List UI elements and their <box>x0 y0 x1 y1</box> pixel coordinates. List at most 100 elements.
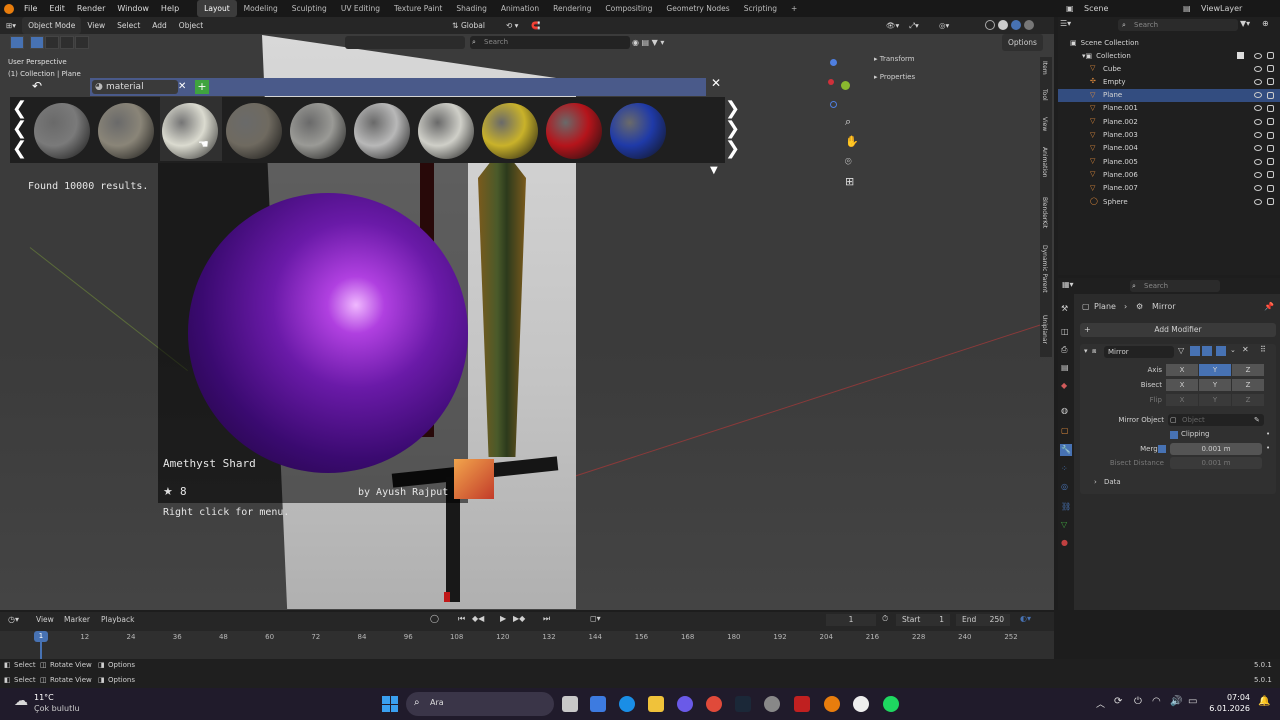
add-workspace-button[interactable]: + <box>784 0 804 17</box>
object-tab-icon[interactable]: ▢ <box>1061 426 1069 435</box>
start-frame-field[interactable]: Start 1 <box>896 614 950 626</box>
asset-thumbnail-rough-metal-sphere[interactable] <box>98 103 154 159</box>
collection-row[interactable]: ▾▣ Collection <box>1058 49 1280 62</box>
eye-icon[interactable] <box>1254 78 1262 85</box>
blender-taskbar-icon[interactable] <box>824 696 840 712</box>
pivot-icon[interactable]: ⟲ ▾ <box>500 17 524 34</box>
tab-view[interactable]: View <box>1041 117 1048 131</box>
menu-select[interactable]: Select <box>111 17 146 34</box>
bisect-distance-field[interactable]: 0.001 m <box>1170 457 1262 469</box>
tab-shading[interactable]: Shading <box>449 0 493 17</box>
zoom-icon[interactable]: ⌕ <box>845 115 851 129</box>
add-modifier-button[interactable]: Add Modifier <box>1080 323 1276 337</box>
menu-file[interactable]: File <box>18 0 43 17</box>
drag-handle-icon[interactable]: ⠿ <box>1260 345 1266 354</box>
data-subpanel-header[interactable]: Data <box>1104 478 1121 486</box>
menu-window[interactable]: Window <box>111 0 155 17</box>
data-tab-icon[interactable]: ▽ <box>1061 520 1067 529</box>
news-app-icon[interactable] <box>794 696 810 712</box>
playhead-frame-label[interactable]: 1 <box>34 631 48 642</box>
weather-temperature[interactable]: 11°C <box>34 693 54 702</box>
steam-icon[interactable] <box>735 696 751 712</box>
timeline-menu-marker[interactable]: Marker <box>64 615 90 624</box>
weather-description[interactable]: Çok bulutlu <box>34 704 80 713</box>
expand-arrow-icon[interactable]: ▼ <box>710 165 718 176</box>
select-mode-new[interactable] <box>30 36 44 49</box>
eye-icon[interactable] <box>1254 65 1262 72</box>
add-asset-button[interactable]: + <box>195 80 209 94</box>
blender-logo-icon[interactable] <box>4 3 14 14</box>
preview-range-icon[interactable]: ⏱ <box>882 614 888 624</box>
cage-toggle-icon[interactable] <box>1190 346 1200 356</box>
world-tab-icon[interactable]: ◍ <box>1061 406 1068 415</box>
eye-icon[interactable] <box>1254 158 1262 165</box>
axis-y-toggle[interactable]: Y <box>1199 364 1231 376</box>
weather-icon[interactable]: ☁ <box>14 693 28 709</box>
clear-search-button[interactable]: ✕ <box>178 79 186 95</box>
asset-thumbnail-red-sphere[interactable] <box>546 103 602 159</box>
tab-dynamic-parent[interactable]: Dynamic Parent <box>1041 245 1048 293</box>
asset-thumbnail-paver-sphere[interactable] <box>290 103 346 159</box>
tab-geometry-nodes[interactable]: Geometry Nodes <box>659 0 736 17</box>
scene-tab-icon[interactable]: ◆ <box>1061 381 1067 390</box>
visibility-icon[interactable]: 👁▾ <box>880 17 905 34</box>
shading-wireframe-icon[interactable] <box>985 20 995 30</box>
view-layer-tab-icon[interactable]: ▤ <box>1061 363 1069 372</box>
camera-icon[interactable] <box>1267 91 1274 99</box>
scroll-left-arrow-1[interactable]: ❮ <box>12 100 27 118</box>
scroll-left-arrow-2[interactable]: ❮ <box>12 120 27 138</box>
filter-icon[interactable]: ▼▾ <box>1240 19 1250 28</box>
options-dropdown[interactable]: Options <box>1002 34 1043 51</box>
select-box-tool[interactable] <box>10 36 24 49</box>
eye-icon[interactable] <box>1254 118 1262 125</box>
eye-icon[interactable] <box>1254 105 1262 112</box>
gizmo-icon[interactable]: ⤢▾ <box>903 17 925 34</box>
modifier-name-field[interactable]: Mirror <box>1104 346 1174 358</box>
outliner-item[interactable]: ▽ Plane.001 <box>1058 102 1280 115</box>
material-tab-icon[interactable]: ● <box>1061 538 1068 547</box>
tool-tab-icon[interactable]: ⚒ <box>1061 304 1068 313</box>
scene-selector[interactable]: Scene <box>1084 0 1108 17</box>
delete-modifier-icon[interactable]: ✕ <box>1242 345 1249 354</box>
scroll-right-arrow-3[interactable]: ❯ <box>725 140 740 158</box>
menu-add[interactable]: Add <box>146 17 173 34</box>
edge-icon[interactable] <box>619 696 635 712</box>
scroll-right-arrow-2[interactable]: ❯ <box>725 120 740 138</box>
close-popup-button[interactable]: ✕ <box>711 76 721 90</box>
modifier-tab-icon[interactable]: 🔧 <box>1060 444 1072 456</box>
end-frame-field[interactable]: End 250 <box>956 614 1010 626</box>
menu-edit[interactable]: Edit <box>43 0 71 17</box>
properties-editor-icon[interactable]: ▦▾ <box>1062 280 1074 289</box>
eye-icon[interactable] <box>1254 132 1262 138</box>
overlays-icon[interactable]: ◎▾ <box>933 17 955 34</box>
tray-power-icon[interactable]: ⏻ <box>1134 696 1142 707</box>
blenderkit-search-input[interactable]: Search <box>470 36 630 49</box>
flip-z-toggle[interactable]: Z <box>1232 394 1264 406</box>
sync-icon[interactable]: ◐▾ <box>1020 614 1031 623</box>
bisect-x-toggle[interactable]: X <box>1166 379 1198 391</box>
flip-x-toggle[interactable]: X <box>1166 394 1198 406</box>
eye-icon[interactable] <box>1254 145 1262 152</box>
pin-icon[interactable]: 📌 <box>1264 302 1274 311</box>
keyframe-dot-icon[interactable]: • <box>1266 444 1270 452</box>
timeline-options-icon[interactable]: ◻▾ <box>590 614 601 623</box>
outliner-item[interactable]: ▽ Plane <box>1058 88 1280 102</box>
settings-gear-icon[interactable] <box>764 696 780 712</box>
render-tab-icon[interactable]: ◫ <box>1061 327 1069 336</box>
menu-render[interactable]: Render <box>71 0 111 17</box>
jump-end-icon[interactable]: ⏭ <box>543 614 550 624</box>
modifier-menu-chevron-icon[interactable]: ⌄ <box>1230 346 1236 354</box>
edit-mode-icon[interactable]: ▽ <box>1178 346 1184 355</box>
tab-uv-editing[interactable]: UV Editing <box>334 0 387 17</box>
outliner-editor-icon[interactable]: ☰▾ <box>1060 19 1071 28</box>
camera-icon[interactable] <box>1267 184 1274 192</box>
battery-icon[interactable]: ▭ <box>1188 696 1197 707</box>
tab-blenderkit[interactable]: BlenderKit <box>1041 197 1048 228</box>
neg-z-axis-dot[interactable] <box>830 101 837 108</box>
outliner-item[interactable]: ✣ Empty <box>1058 75 1280 88</box>
chrome-icon[interactable] <box>706 696 722 712</box>
menu-view[interactable]: View <box>81 17 111 34</box>
taskbar-search-box[interactable] <box>406 692 554 716</box>
tab-modeling[interactable]: Modeling <box>237 0 285 17</box>
windows-start-icon[interactable] <box>382 696 398 712</box>
